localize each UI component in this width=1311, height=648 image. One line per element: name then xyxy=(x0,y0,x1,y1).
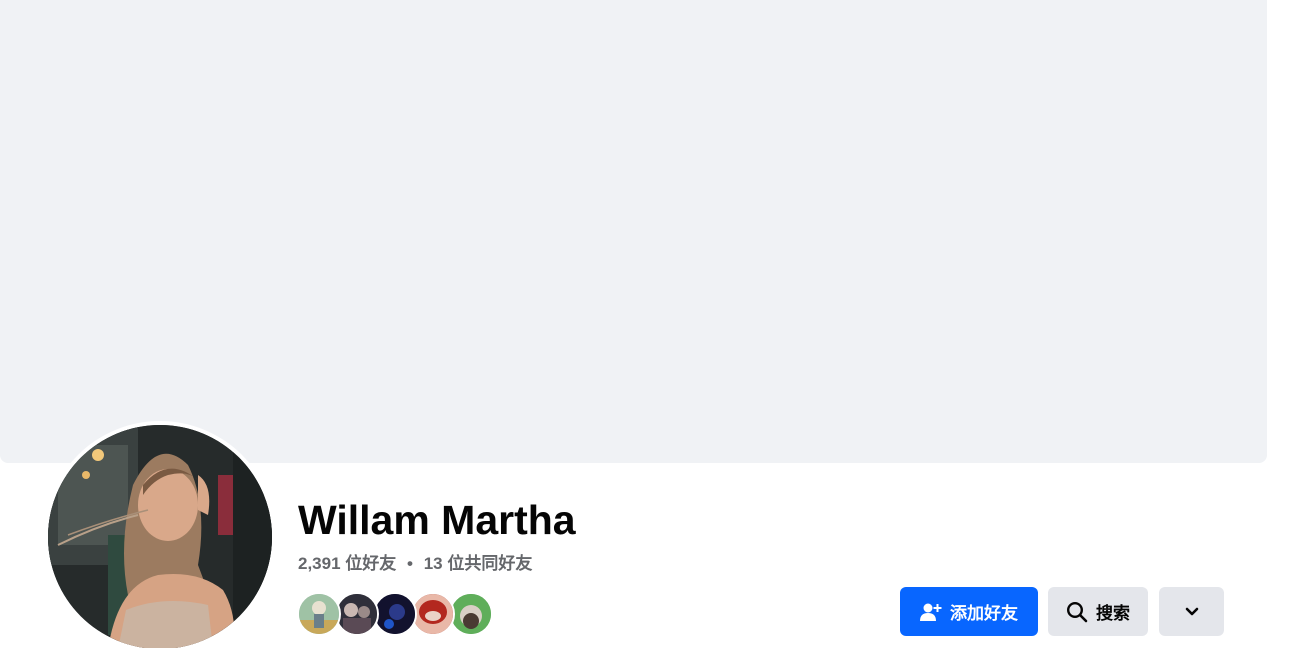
search-icon xyxy=(1066,601,1088,623)
profile-page: Willam Martha 2,391 位好友 • 13 位共同好友 添加好友 … xyxy=(0,0,1311,648)
profile-name: Willam Martha xyxy=(298,497,576,543)
friend-avatar[interactable] xyxy=(411,592,455,636)
mutual-friends-link[interactable]: 13 位共同好友 xyxy=(424,554,533,573)
stats-separator: • xyxy=(407,554,413,573)
friend-avatar-image xyxy=(451,594,491,634)
friend-avatar-image xyxy=(299,594,339,634)
more-options-button[interactable] xyxy=(1159,587,1224,636)
person-add-icon xyxy=(920,602,942,622)
profile-photo-image xyxy=(48,425,272,648)
add-friend-button[interactable]: 添加好友 xyxy=(900,587,1038,636)
friend-avatar[interactable] xyxy=(335,592,379,636)
friend-avatar-image xyxy=(337,594,377,634)
friend-avatar-image xyxy=(413,594,453,634)
friend-avatar[interactable] xyxy=(449,592,493,636)
friend-avatar[interactable] xyxy=(373,592,417,636)
friend-count-link[interactable]: 2,391 位好友 xyxy=(298,554,396,573)
search-label: 搜索 xyxy=(1096,604,1130,623)
profile-picture[interactable] xyxy=(48,425,272,648)
friend-stats: 2,391 位好友 • 13 位共同好友 xyxy=(298,553,532,575)
friend-avatar[interactable] xyxy=(297,592,341,636)
search-button[interactable]: 搜索 xyxy=(1048,587,1148,636)
cover-photo-area[interactable] xyxy=(0,0,1267,463)
chevron-down-icon xyxy=(1185,602,1199,622)
add-friend-label: 添加好友 xyxy=(950,604,1018,623)
friend-avatar-image xyxy=(375,594,415,634)
